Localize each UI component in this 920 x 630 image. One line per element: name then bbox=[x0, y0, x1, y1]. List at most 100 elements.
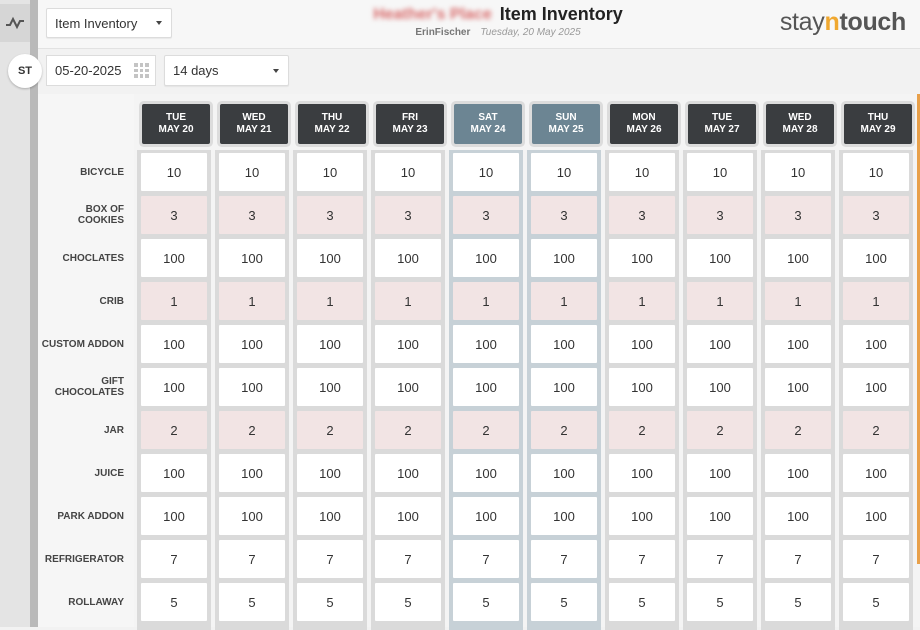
inventory-cell[interactable]: 2 bbox=[687, 411, 753, 449]
inventory-cell[interactable]: 2 bbox=[531, 411, 597, 449]
inventory-cell[interactable]: 1 bbox=[531, 282, 597, 320]
rail-activity-button[interactable] bbox=[0, 4, 30, 42]
inventory-cell[interactable]: 100 bbox=[609, 497, 675, 535]
inventory-cell[interactable]: 5 bbox=[531, 583, 597, 621]
inventory-cell[interactable]: 100 bbox=[375, 368, 441, 406]
inventory-cell[interactable]: 3 bbox=[531, 196, 597, 234]
inventory-cell[interactable]: 100 bbox=[609, 454, 675, 492]
inventory-cell[interactable]: 100 bbox=[531, 497, 597, 535]
report-type-select[interactable]: Item Inventory bbox=[46, 8, 172, 38]
inventory-cell[interactable]: 2 bbox=[141, 411, 207, 449]
inventory-cell[interactable]: 100 bbox=[141, 239, 207, 277]
inventory-cell[interactable]: 3 bbox=[297, 196, 363, 234]
inventory-cell[interactable]: 10 bbox=[687, 153, 753, 191]
inventory-cell[interactable]: 100 bbox=[687, 368, 753, 406]
inventory-cell[interactable]: 100 bbox=[141, 368, 207, 406]
inventory-cell[interactable]: 7 bbox=[375, 540, 441, 578]
inventory-cell[interactable]: 100 bbox=[765, 325, 831, 363]
inventory-cell[interactable]: 100 bbox=[297, 454, 363, 492]
inventory-cell[interactable]: 100 bbox=[297, 368, 363, 406]
inventory-cell[interactable]: 2 bbox=[843, 411, 909, 449]
inventory-cell[interactable]: 100 bbox=[375, 325, 441, 363]
inventory-cell[interactable]: 100 bbox=[609, 239, 675, 277]
inventory-cell[interactable]: 100 bbox=[531, 368, 597, 406]
inventory-cell[interactable]: 3 bbox=[687, 196, 753, 234]
inventory-cell[interactable]: 100 bbox=[219, 497, 285, 535]
inventory-cell[interactable]: 10 bbox=[375, 153, 441, 191]
inventory-cell[interactable]: 3 bbox=[219, 196, 285, 234]
inventory-cell[interactable]: 100 bbox=[687, 239, 753, 277]
inventory-cell[interactable]: 100 bbox=[297, 239, 363, 277]
inventory-cell[interactable]: 3 bbox=[453, 196, 519, 234]
inventory-cell[interactable]: 7 bbox=[453, 540, 519, 578]
inventory-cell[interactable]: 10 bbox=[531, 153, 597, 191]
inventory-cell[interactable]: 10 bbox=[453, 153, 519, 191]
inventory-cell[interactable]: 100 bbox=[531, 325, 597, 363]
inventory-cell[interactable]: 100 bbox=[609, 368, 675, 406]
inventory-cell[interactable]: 1 bbox=[453, 282, 519, 320]
inventory-cell[interactable]: 100 bbox=[375, 497, 441, 535]
inventory-cell[interactable]: 10 bbox=[141, 153, 207, 191]
inventory-cell[interactable]: 5 bbox=[765, 583, 831, 621]
inventory-cell[interactable]: 100 bbox=[141, 325, 207, 363]
inventory-cell[interactable]: 5 bbox=[141, 583, 207, 621]
inventory-cell[interactable]: 2 bbox=[297, 411, 363, 449]
inventory-cell[interactable]: 100 bbox=[843, 497, 909, 535]
inventory-cell[interactable]: 100 bbox=[765, 239, 831, 277]
inventory-cell[interactable]: 3 bbox=[375, 196, 441, 234]
inventory-cell[interactable]: 100 bbox=[843, 368, 909, 406]
inventory-cell[interactable]: 100 bbox=[765, 454, 831, 492]
inventory-cell[interactable]: 100 bbox=[141, 454, 207, 492]
inventory-cell[interactable]: 100 bbox=[375, 454, 441, 492]
inventory-cell[interactable]: 10 bbox=[843, 153, 909, 191]
inventory-cell[interactable]: 2 bbox=[219, 411, 285, 449]
inventory-cell[interactable]: 100 bbox=[453, 497, 519, 535]
inventory-cell[interactable]: 100 bbox=[297, 325, 363, 363]
inventory-cell[interactable]: 100 bbox=[453, 454, 519, 492]
inventory-cell[interactable]: 3 bbox=[765, 196, 831, 234]
inventory-cell[interactable]: 2 bbox=[765, 411, 831, 449]
inventory-cell[interactable]: 100 bbox=[843, 325, 909, 363]
inventory-cell[interactable]: 100 bbox=[765, 368, 831, 406]
inventory-cell[interactable]: 1 bbox=[765, 282, 831, 320]
rail-user-pill[interactable]: ST bbox=[8, 54, 42, 88]
inventory-cell[interactable]: 5 bbox=[219, 583, 285, 621]
inventory-cell[interactable]: 5 bbox=[687, 583, 753, 621]
inventory-cell[interactable]: 1 bbox=[687, 282, 753, 320]
inventory-cell[interactable]: 5 bbox=[297, 583, 363, 621]
inventory-cell[interactable]: 3 bbox=[609, 196, 675, 234]
inventory-cell[interactable]: 1 bbox=[219, 282, 285, 320]
start-date-field[interactable]: 05-20-2025 bbox=[46, 55, 156, 86]
inventory-cell[interactable]: 100 bbox=[531, 239, 597, 277]
inventory-cell[interactable]: 100 bbox=[219, 325, 285, 363]
inventory-cell[interactable]: 100 bbox=[765, 497, 831, 535]
inventory-cell[interactable]: 100 bbox=[531, 454, 597, 492]
inventory-cell[interactable]: 100 bbox=[609, 325, 675, 363]
inventory-cell[interactable]: 100 bbox=[219, 454, 285, 492]
calendar-icon[interactable] bbox=[134, 63, 149, 78]
inventory-cell[interactable]: 2 bbox=[609, 411, 675, 449]
inventory-cell[interactable]: 7 bbox=[297, 540, 363, 578]
inventory-cell[interactable]: 1 bbox=[843, 282, 909, 320]
inventory-cell[interactable]: 100 bbox=[297, 497, 363, 535]
inventory-cell[interactable]: 1 bbox=[375, 282, 441, 320]
inventory-cell[interactable]: 10 bbox=[765, 153, 831, 191]
inventory-cell[interactable]: 100 bbox=[375, 239, 441, 277]
inventory-cell[interactable]: 100 bbox=[453, 239, 519, 277]
inventory-cell[interactable]: 7 bbox=[609, 540, 675, 578]
inventory-cell[interactable]: 1 bbox=[141, 282, 207, 320]
inventory-cell[interactable]: 100 bbox=[687, 325, 753, 363]
inventory-cell[interactable]: 100 bbox=[219, 368, 285, 406]
inventory-cell[interactable]: 100 bbox=[453, 368, 519, 406]
inventory-cell[interactable]: 3 bbox=[141, 196, 207, 234]
inventory-cell[interactable]: 7 bbox=[531, 540, 597, 578]
inventory-cell[interactable]: 7 bbox=[687, 540, 753, 578]
inventory-cell[interactable]: 7 bbox=[843, 540, 909, 578]
inventory-cell[interactable]: 7 bbox=[141, 540, 207, 578]
inventory-cell[interactable]: 10 bbox=[609, 153, 675, 191]
inventory-cell[interactable]: 2 bbox=[453, 411, 519, 449]
inventory-cell[interactable]: 100 bbox=[219, 239, 285, 277]
inventory-cell[interactable]: 10 bbox=[297, 153, 363, 191]
inventory-cell[interactable]: 1 bbox=[609, 282, 675, 320]
inventory-cell[interactable]: 100 bbox=[843, 454, 909, 492]
